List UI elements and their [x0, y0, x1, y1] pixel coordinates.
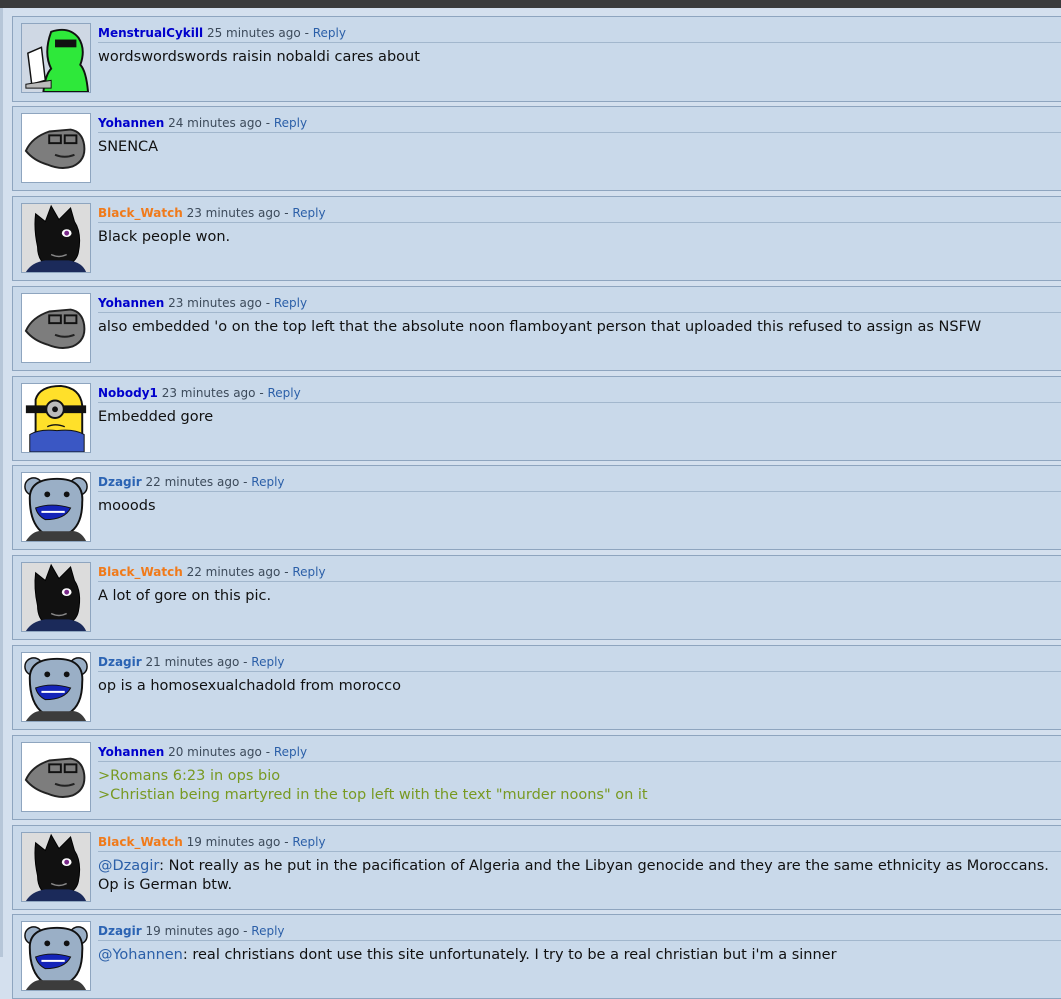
comment-meta: Yohannen 20 minutes ago - Reply	[98, 745, 1061, 762]
separator: -	[280, 206, 293, 220]
comment-line-text: : Not really as he put in the pacificati…	[159, 858, 1049, 874]
comment: Yohannen 23 minutes ago - Reply also emb…	[12, 286, 1061, 371]
timestamp: 24 minutes ago	[168, 116, 262, 130]
comment-text: @Dzagir: Not really as he put in the pac…	[98, 857, 1051, 895]
comment-meta: Black_Watch 23 minutes ago - Reply	[98, 206, 1061, 223]
comment-meta: Black_Watch 19 minutes ago - Reply	[98, 835, 1061, 852]
timestamp: 23 minutes ago	[186, 206, 281, 220]
reply-link[interactable]: Reply	[292, 565, 325, 579]
username-link[interactable]: Black_Watch	[98, 835, 183, 849]
comment: Dzagir 21 minutes ago - Reply op is a ho…	[12, 645, 1061, 730]
username-link[interactable]: MenstrualCykill	[98, 26, 203, 40]
timestamp: 19 minutes ago	[186, 835, 281, 849]
reply-link[interactable]: Reply	[313, 26, 346, 40]
comment-text: SNENCA	[98, 139, 159, 155]
reply-link[interactable]: Reply	[292, 835, 325, 849]
separator: -	[239, 655, 252, 669]
comment: MenstrualCykill 25 minutes ago - Reply w…	[12, 16, 1061, 102]
reply-link[interactable]: Reply	[251, 924, 284, 938]
comment-text: op is a homosexualchadold from morocco	[98, 678, 401, 694]
comment-meta: Yohannen 24 minutes ago - Reply	[98, 116, 1061, 133]
username-link[interactable]: Yohannen	[98, 296, 164, 310]
gray-saluting-avatar[interactable]	[21, 293, 91, 363]
comment-line: Op is German btw.	[98, 877, 233, 893]
gray-saluting-avatar[interactable]	[21, 113, 91, 183]
username-link[interactable]: Dzagir	[98, 655, 142, 669]
comment: Yohannen 20 minutes ago - Reply >Romans …	[12, 735, 1061, 820]
separator: -	[255, 386, 268, 400]
comment-meta: MenstrualCykill 25 minutes ago - Reply	[98, 26, 1061, 43]
reply-link[interactable]: Reply	[251, 475, 284, 489]
reply-link[interactable]: Reply	[292, 206, 325, 220]
comment-line: @Yohannen: real christians dont use this…	[98, 946, 1051, 965]
comment: Black_Watch 22 minutes ago - Reply A lot…	[12, 555, 1061, 640]
separator: -	[239, 924, 252, 938]
timestamp: 23 minutes ago	[168, 296, 262, 310]
blue-bear-avatar[interactable]	[21, 652, 91, 722]
mention-link[interactable]: @Dzagir	[98, 858, 159, 874]
timestamp: 19 minutes ago	[145, 924, 240, 938]
timestamp: 25 minutes ago	[206, 26, 301, 40]
green-wojak-avatar[interactable]	[21, 23, 91, 93]
username-link[interactable]: Yohannen	[98, 745, 164, 759]
username-link[interactable]: Black_Watch	[98, 206, 183, 220]
separator: -	[261, 116, 274, 130]
separator: -	[280, 835, 293, 849]
reply-link[interactable]: Reply	[274, 116, 307, 130]
username-link[interactable]: Dzagir	[98, 475, 142, 489]
page-left-edge	[0, 8, 3, 957]
comment-line-text: : real christians dont use this site unf…	[182, 947, 837, 963]
timestamp: 23 minutes ago	[161, 386, 256, 400]
comment-meta: Dzagir 19 minutes ago - Reply	[98, 924, 1061, 941]
username-link[interactable]: Yohannen	[98, 116, 164, 130]
yellow-minion-wojak-avatar[interactable]	[21, 383, 91, 453]
blue-bear-avatar[interactable]	[21, 472, 91, 542]
black-wojak-avatar[interactable]	[21, 832, 91, 902]
comment: Nobody1 23 minutes ago - Reply Embedded …	[12, 376, 1061, 461]
comment-text: A lot of gore on this pic.	[98, 588, 272, 604]
reply-link[interactable]: Reply	[274, 745, 307, 759]
comment: Yohannen 24 minutes ago - Reply SNENCA	[12, 106, 1061, 191]
comment-line: @Dzagir: Not really as he put in the pac…	[98, 857, 1051, 876]
reply-link[interactable]: Reply	[251, 655, 284, 669]
comment-text: >Romans 6:23 in ops bio >Christian being…	[98, 767, 1051, 805]
comment-meta: Nobody1 23 minutes ago - Reply	[98, 386, 1061, 403]
separator: -	[261, 296, 274, 310]
separator: -	[261, 745, 274, 759]
comment-text: mooods	[98, 498, 156, 514]
black-wojak-avatar[interactable]	[21, 203, 91, 273]
comment: Black_Watch 19 minutes ago - Reply @Dzag…	[12, 825, 1061, 910]
timestamp: 20 minutes ago	[168, 745, 262, 759]
username-link[interactable]: Nobody1	[98, 386, 158, 400]
gray-saluting-avatar[interactable]	[21, 742, 91, 812]
comment: Dzagir 22 minutes ago - Reply mooods	[12, 465, 1061, 550]
comment-text: @Yohannen: real christians dont use this…	[98, 946, 1051, 965]
reply-link[interactable]: Reply	[267, 386, 300, 400]
browser-top-bar	[0, 0, 1061, 8]
username-link[interactable]: Black_Watch	[98, 565, 183, 579]
black-wojak-avatar[interactable]	[21, 562, 91, 632]
comment-meta: Dzagir 21 minutes ago - Reply	[98, 655, 1061, 672]
timestamp: 22 minutes ago	[186, 565, 281, 579]
comment-text: also embedded 'o on the top left that th…	[98, 319, 982, 335]
blue-bear-avatar[interactable]	[21, 921, 91, 991]
comment-meta: Yohannen 23 minutes ago - Reply	[98, 296, 1061, 313]
greentext-line: >Romans 6:23 in ops bio	[98, 768, 281, 784]
comment-meta: Dzagir 22 minutes ago - Reply	[98, 475, 1061, 492]
reply-link[interactable]: Reply	[274, 296, 307, 310]
comment: Black_Watch 23 minutes ago - Reply Black…	[12, 196, 1061, 281]
comment-text: wordswordswords raisin nobaldi cares abo…	[98, 49, 420, 65]
separator: -	[280, 565, 293, 579]
mention-link[interactable]: @Yohannen	[98, 947, 183, 963]
greentext-line: >Christian being martyred in the top lef…	[98, 787, 648, 803]
comment-meta: Black_Watch 22 minutes ago - Reply	[98, 565, 1061, 582]
separator: -	[300, 26, 313, 40]
separator: -	[239, 475, 252, 489]
timestamp: 22 minutes ago	[145, 475, 240, 489]
username-link[interactable]: Dzagir	[98, 924, 142, 938]
timestamp: 21 minutes ago	[145, 655, 240, 669]
comment-text: Embedded gore	[98, 409, 214, 425]
comment-text: Black people won.	[98, 229, 231, 245]
